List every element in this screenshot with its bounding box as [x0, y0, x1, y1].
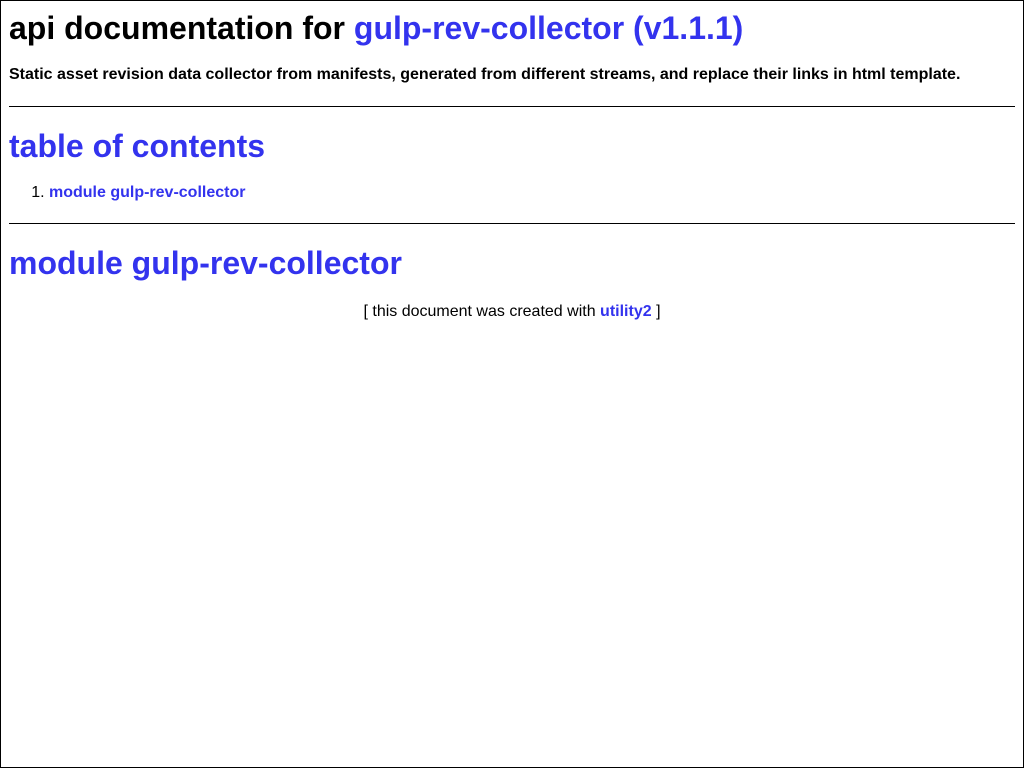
toc-heading: table of contents — [9, 128, 266, 164]
page-title: api documentation for gulp-rev-collector… — [9, 1, 1015, 47]
toc-link-module-gulp-rev-collector[interactable]: module gulp-rev-collector — [49, 184, 245, 201]
package-version-link[interactable]: gulp-rev-collector (v1.1.1) — [354, 10, 743, 46]
footer: [ this document was created with utility… — [9, 302, 1015, 322]
toc-list: module gulp-rev-collector — [9, 183, 1015, 203]
section-divider — [9, 106, 1015, 107]
utility2-link[interactable]: utility2 — [600, 303, 652, 320]
section-divider — [9, 223, 1015, 224]
footer-suffix: ] — [656, 303, 661, 320]
footer-prefix: [ this document was created with — [363, 303, 596, 320]
toc-item: module gulp-rev-collector — [49, 183, 1015, 203]
package-description: Static asset revision data collector fro… — [9, 66, 961, 83]
module-heading: module gulp-rev-collector — [9, 245, 402, 281]
document-page: api documentation for gulp-rev-collector… — [0, 0, 1024, 768]
page-title-prefix: api documentation for — [9, 10, 345, 46]
